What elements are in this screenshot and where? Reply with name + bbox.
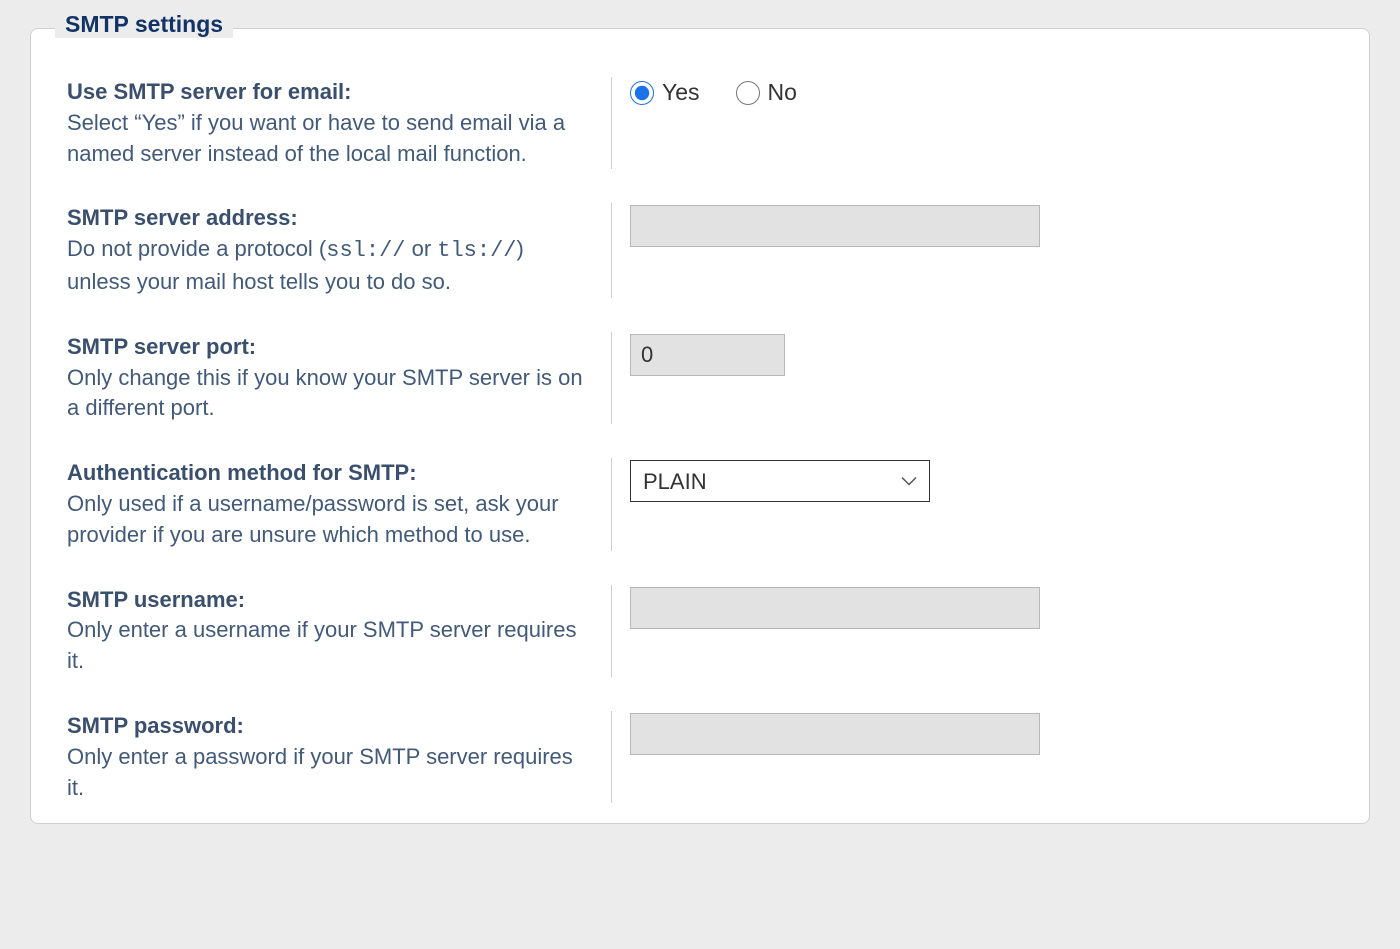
desc-part: Do not provide a protocol ( <box>67 236 326 261</box>
smtp-settings-fieldset: SMTP settings Use SMTP server for email:… <box>30 28 1370 824</box>
label-title: Use SMTP server for email: <box>67 79 352 104</box>
input-col-smtp-auth: PLAIN <box>612 458 930 550</box>
label-title: Authentication method for SMTP: <box>67 460 417 485</box>
input-col-smtp-password <box>612 711 1040 803</box>
use-smtp-yes-radio[interactable] <box>630 81 654 105</box>
use-smtp-no-radio[interactable] <box>736 81 760 105</box>
row-smtp-username: SMTP username: Only enter a username if … <box>67 585 1333 677</box>
label-smtp-password: SMTP password: Only enter a password if … <box>67 711 612 803</box>
label-desc: Only change this if you know your SMTP s… <box>67 365 583 421</box>
label-title: SMTP username: <box>67 587 245 612</box>
input-col-smtp-username <box>612 585 1040 677</box>
smtp-auth-select[interactable]: PLAIN <box>630 460 930 502</box>
proto-ssl: ssl:// <box>326 238 405 263</box>
input-col-smtp-port <box>612 332 785 424</box>
smtp-port-input[interactable] <box>630 334 785 376</box>
desc-part: or <box>405 236 437 261</box>
row-use-smtp: Use SMTP server for email: Select “Yes” … <box>67 77 1333 169</box>
label-desc: Only used if a username/password is set,… <box>67 491 559 547</box>
label-smtp-auth: Authentication method for SMTP: Only use… <box>67 458 612 550</box>
use-smtp-no-label[interactable]: No <box>736 79 797 106</box>
label-title: SMTP server port: <box>67 334 256 359</box>
smtp-password-input[interactable] <box>630 713 1040 755</box>
label-desc: Do not provide a protocol (ssl:// or tls… <box>67 236 524 294</box>
label-desc: Only enter a username if your SMTP serve… <box>67 617 576 673</box>
use-smtp-radio-group: Yes No <box>630 79 797 106</box>
row-smtp-port: SMTP server port: Only change this if yo… <box>67 332 1333 424</box>
label-title: SMTP password: <box>67 713 244 738</box>
auth-select-wrap: PLAIN <box>630 460 930 502</box>
smtp-address-input[interactable] <box>630 205 1040 247</box>
label-desc: Select “Yes” if you want or have to send… <box>67 110 565 166</box>
label-title: SMTP server address: <box>67 205 298 230</box>
input-col-use-smtp: Yes No <box>612 77 797 169</box>
row-smtp-address: SMTP server address: Do not provide a pr… <box>67 203 1333 297</box>
use-smtp-yes-label[interactable]: Yes <box>630 79 700 106</box>
fieldset-legend: SMTP settings <box>55 11 233 38</box>
label-smtp-username: SMTP username: Only enter a username if … <box>67 585 612 677</box>
row-smtp-password: SMTP password: Only enter a password if … <box>67 711 1333 803</box>
label-use-smtp: Use SMTP server for email: Select “Yes” … <box>67 77 612 169</box>
smtp-username-input[interactable] <box>630 587 1040 629</box>
radio-label-text: No <box>768 79 797 106</box>
radio-label-text: Yes <box>662 79 700 106</box>
row-smtp-auth: Authentication method for SMTP: Only use… <box>67 458 1333 550</box>
label-desc: Only enter a password if your SMTP serve… <box>67 744 573 800</box>
input-col-smtp-address <box>612 203 1040 297</box>
label-smtp-address: SMTP server address: Do not provide a pr… <box>67 203 612 297</box>
label-smtp-port: SMTP server port: Only change this if yo… <box>67 332 612 424</box>
proto-tls: tls:// <box>437 238 516 263</box>
